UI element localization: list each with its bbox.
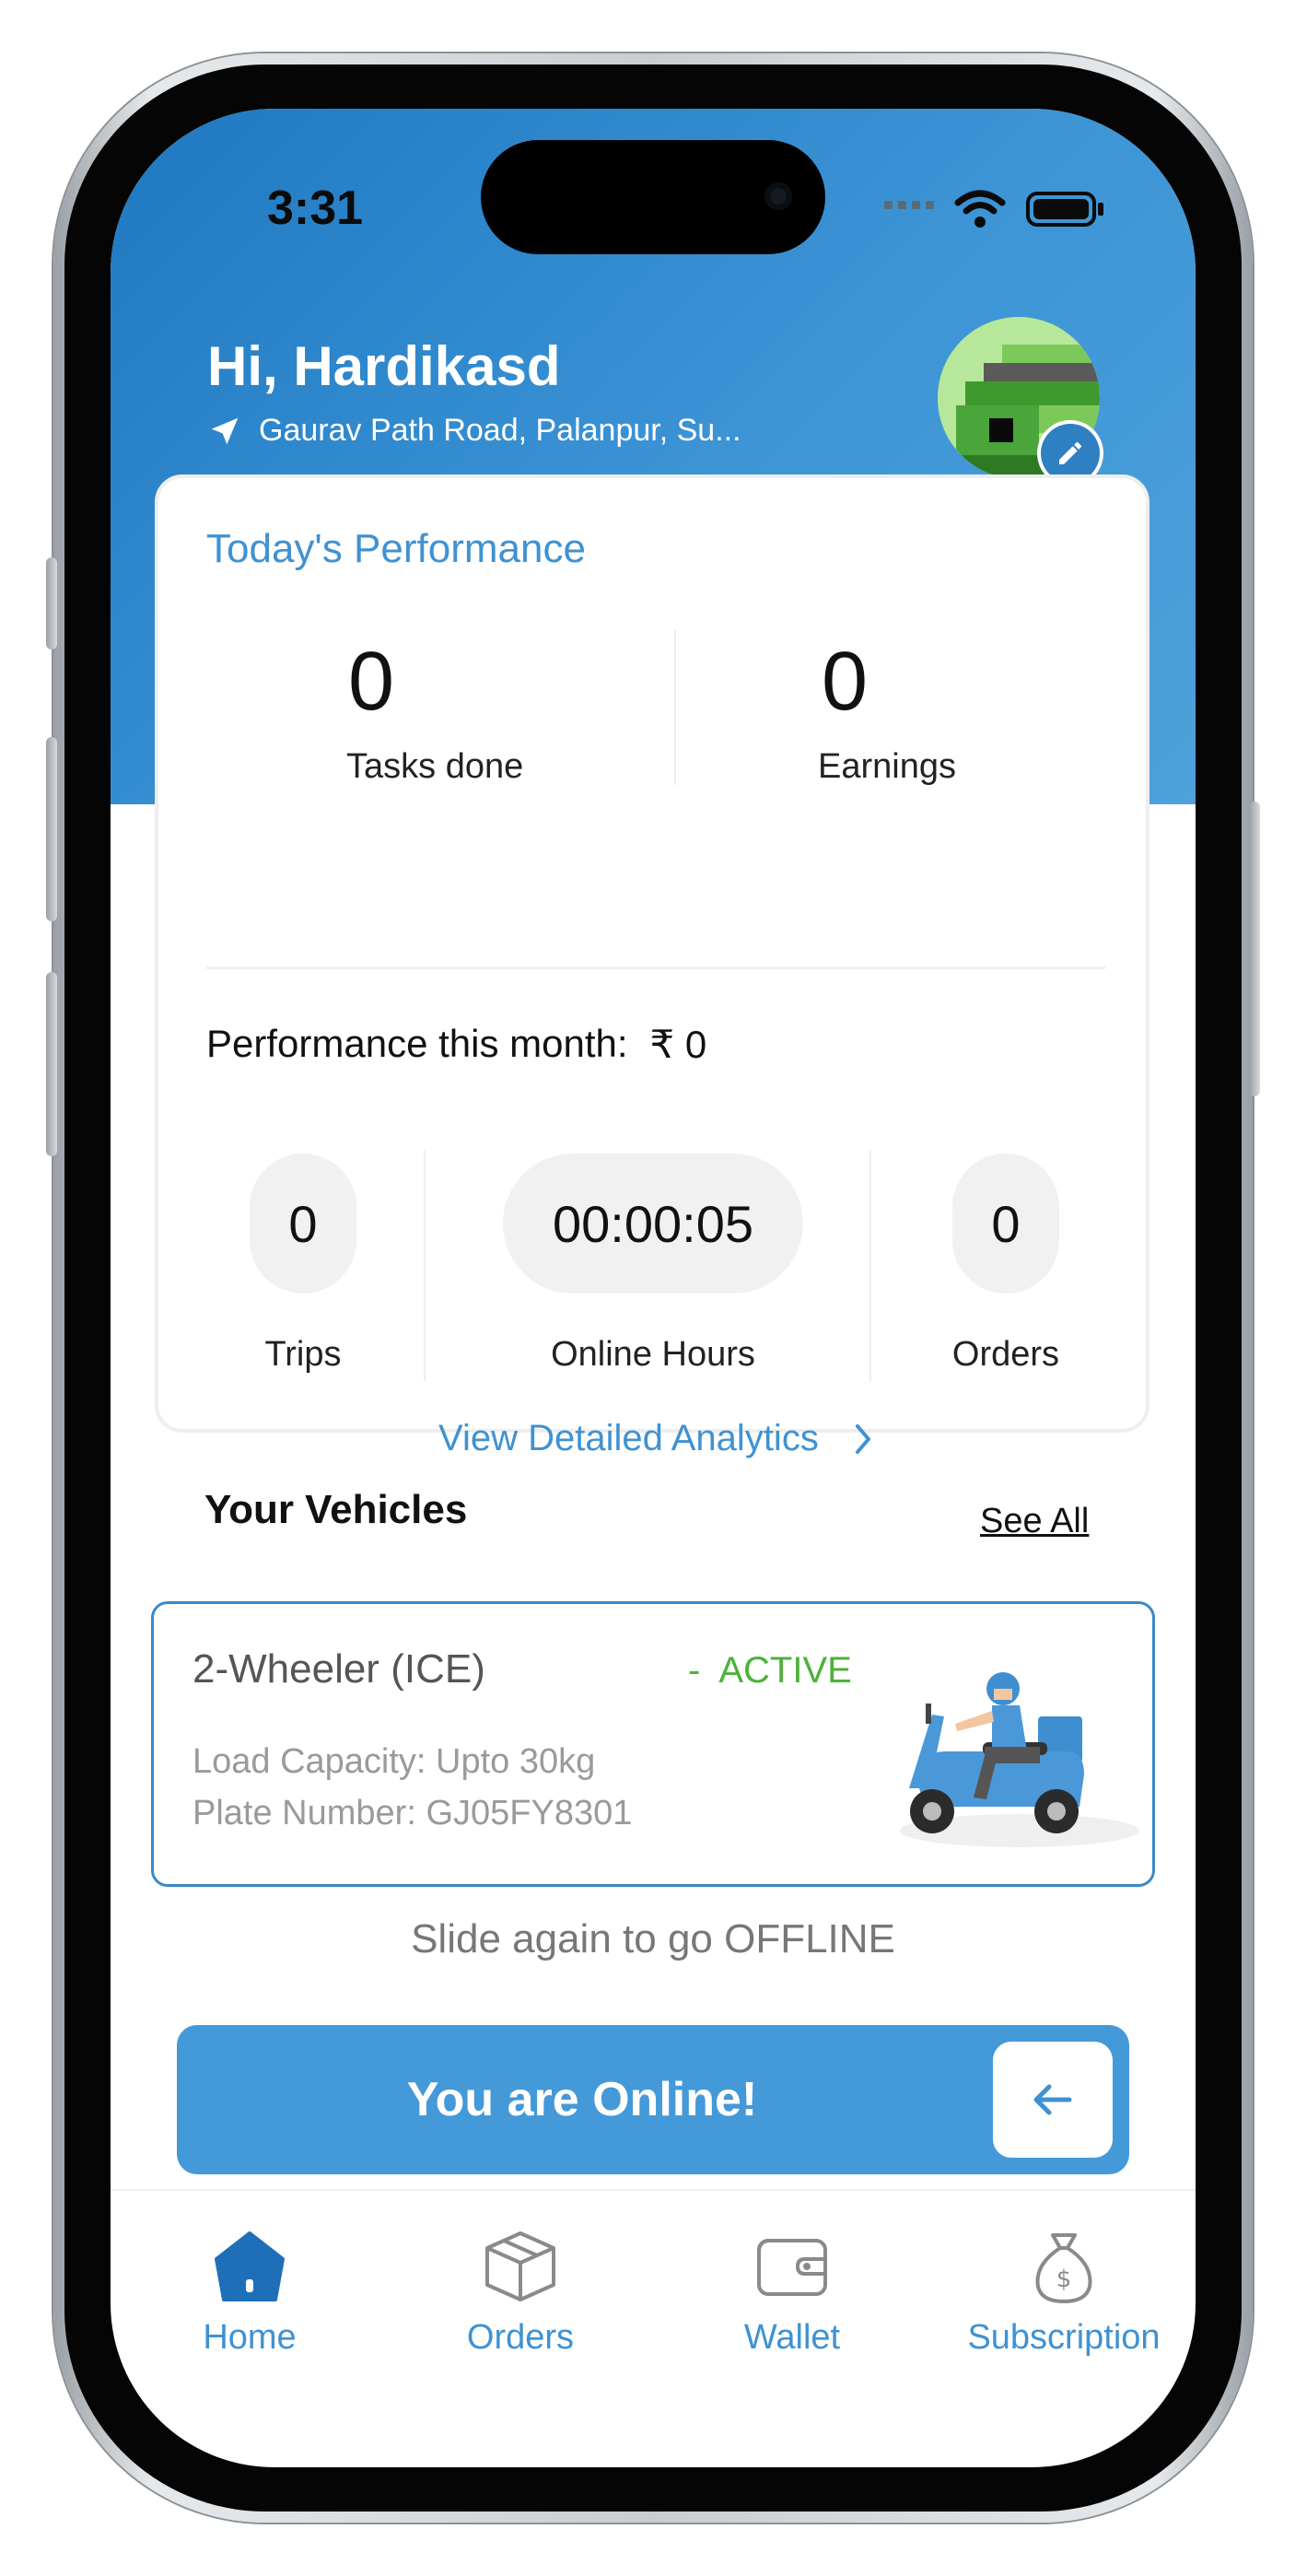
tab-subscription-label: Subscription bbox=[967, 2318, 1161, 2357]
volume-down-button bbox=[46, 972, 57, 1156]
slider-label: You are Online! bbox=[406, 2073, 758, 2126]
box-icon bbox=[485, 2231, 555, 2301]
tasks-done-label: Tasks done bbox=[346, 747, 524, 786]
money-bag-icon: $ bbox=[1035, 2233, 1092, 2303]
vehicle-card[interactable]: 2-Wheeler (ICE) - ACTIVE Load Capacity: … bbox=[151, 1601, 1155, 1887]
vehicle-name: 2-Wheeler (ICE) bbox=[193, 1646, 485, 1692]
tab-orders-label: Orders bbox=[466, 2318, 575, 2357]
action-button bbox=[46, 557, 57, 650]
month-performance: Performance this month: ₹ 0 bbox=[206, 1022, 706, 1067]
vehicle-status-badge: - ACTIVE bbox=[688, 1650, 852, 1691]
location-row[interactable]: Gaurav Path Road, Palanpur, Su... bbox=[207, 413, 741, 449]
trips-value: 0 bbox=[250, 1153, 356, 1294]
view-analytics-label: View Detailed Analytics bbox=[438, 1418, 819, 1458]
wallet-icon bbox=[757, 2239, 827, 2296]
month-performance-label: Performance this month: bbox=[206, 1022, 628, 1065]
camera-icon bbox=[764, 182, 792, 210]
tab-orders[interactable]: Orders bbox=[410, 2228, 631, 2358]
screen: 3:31 Hi, Hardikasd Gaurav Path Road, Pal… bbox=[111, 109, 1196, 2467]
dynamic-island bbox=[481, 140, 825, 254]
orders-label: Orders bbox=[951, 1335, 1060, 1374]
scooter-illustration bbox=[900, 1672, 1139, 1847]
pencil-icon bbox=[1059, 441, 1082, 464]
battery-cap bbox=[1098, 203, 1103, 216]
chevron-right-icon bbox=[855, 1423, 870, 1454]
divider bbox=[869, 1151, 871, 1381]
tab-wallet-label: Wallet bbox=[743, 2318, 841, 2357]
divider bbox=[674, 630, 676, 785]
orders-value: 0 bbox=[952, 1153, 1059, 1294]
tab-wallet[interactable]: Wallet bbox=[682, 2228, 903, 2358]
go-offline-slider[interactable]: You are Online! bbox=[177, 2025, 1129, 2174]
divider bbox=[424, 1151, 426, 1381]
performance-card: Today's Performance 0 Tasks done 0 Earni… bbox=[155, 474, 1149, 1458]
tab-home-label: Home bbox=[203, 2318, 297, 2357]
tab-home[interactable]: Home bbox=[139, 2228, 360, 2358]
greeting-text: Hi, Hardikasd bbox=[207, 335, 561, 397]
power-button bbox=[1249, 802, 1260, 1096]
earnings-value: 0 bbox=[822, 636, 869, 728]
see-all-link[interactable]: See All bbox=[980, 1502, 1089, 1541]
earnings-label: Earnings bbox=[818, 747, 956, 786]
month-performance-value: ₹ 0 bbox=[649, 1023, 707, 1066]
tab-subscription[interactable]: $ Subscription bbox=[953, 2228, 1174, 2358]
trips-label: Trips bbox=[264, 1335, 342, 1374]
vehicles-title: Your Vehicles bbox=[204, 1487, 468, 1532]
battery-icon bbox=[1026, 192, 1096, 227]
slider-hint: Slide again to go OFFLINE bbox=[411, 1916, 895, 1961]
status-time: 3:31 bbox=[267, 181, 364, 235]
view-analytics-link[interactable]: View Detailed Analytics bbox=[438, 1418, 874, 1459]
location-text: Gaurav Path Road, Palanpur, Su... bbox=[259, 413, 741, 448]
divider bbox=[206, 966, 1105, 969]
arrow-left-icon bbox=[1033, 2084, 1072, 2115]
online-hours-label: Online Hours bbox=[551, 1335, 755, 1374]
navigation-arrow-icon bbox=[211, 417, 239, 444]
home-icon bbox=[215, 2231, 285, 2301]
vehicle-plate-number: Plate Number: GJ05FY8301 bbox=[193, 1794, 633, 1832]
slider-thumb[interactable] bbox=[993, 2042, 1113, 2158]
performance-title: Today's Performance bbox=[206, 526, 586, 571]
signal-icon bbox=[884, 201, 934, 209]
wifi-icon bbox=[954, 190, 1006, 228]
volume-up-button bbox=[46, 737, 57, 921]
tasks-done-value: 0 bbox=[348, 636, 395, 728]
vehicle-load-capacity: Load Capacity: Upto 30kg bbox=[193, 1742, 596, 1781]
tab-bar: Home Orders Wallet $ Subscription bbox=[111, 2189, 1196, 2394]
svg-text:$: $ bbox=[1056, 2266, 1072, 2293]
online-hours-value: 00:00:05 bbox=[503, 1153, 803, 1294]
